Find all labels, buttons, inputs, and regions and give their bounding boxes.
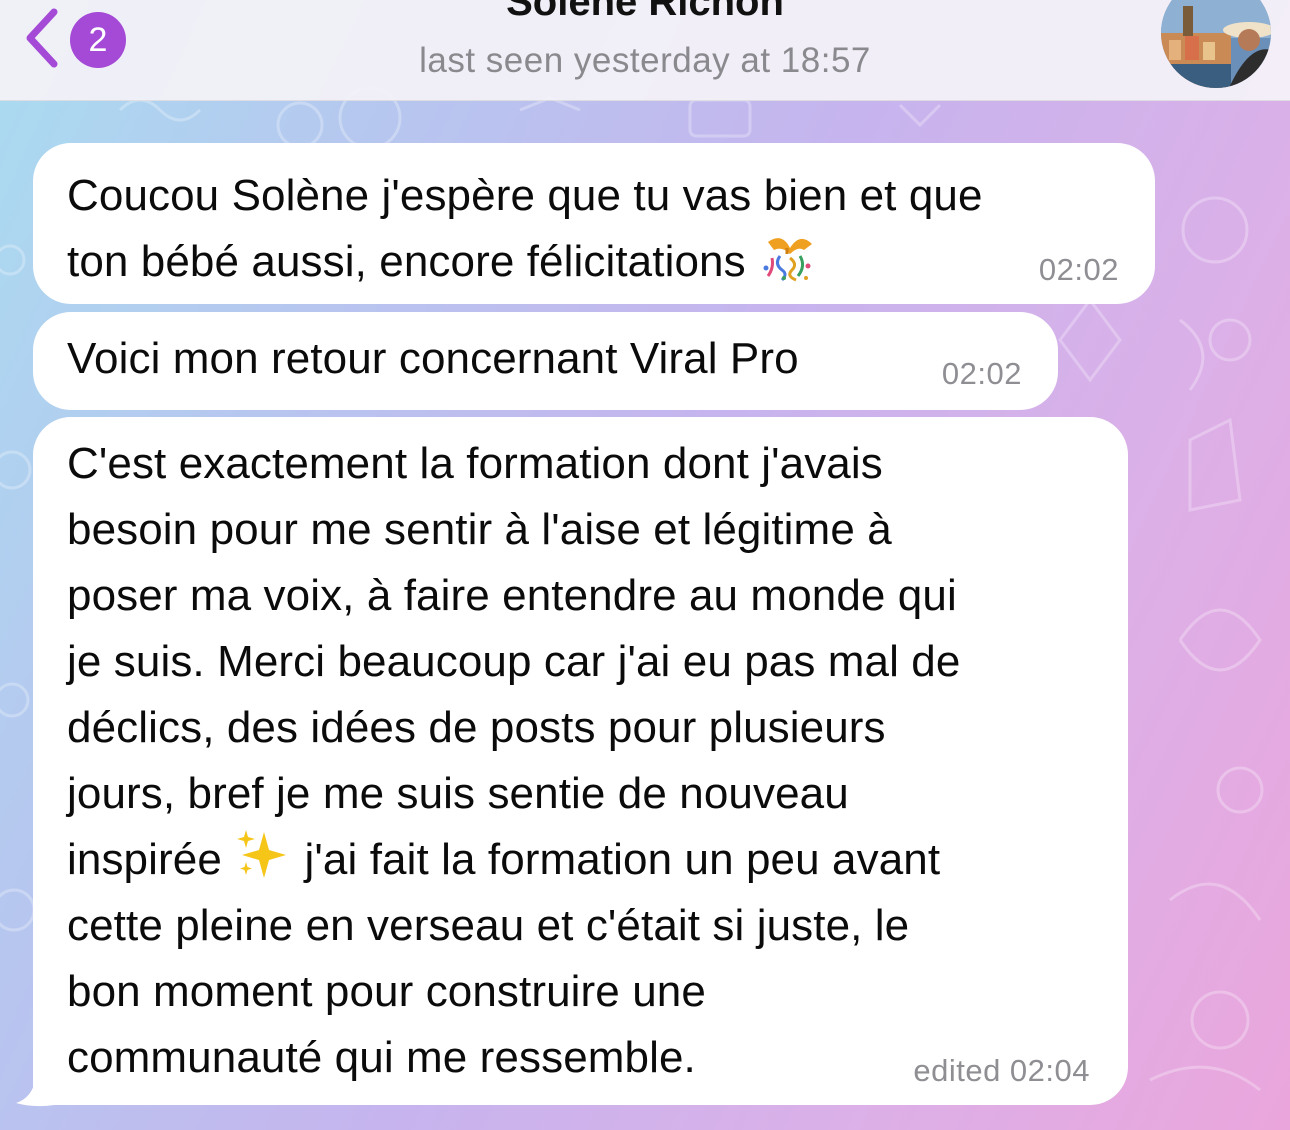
message-text: Voici mon retour concernant Viral Pro xyxy=(67,334,799,383)
message-text: Coucou Solène j'espère que tu vas bien e… xyxy=(67,163,1125,295)
message-text: C'est exactement la formation dont j'ava… xyxy=(67,431,1098,1091)
message-bubble[interactable]: Voici mon retour concernant Viral Pro 02… xyxy=(33,312,1058,410)
message-text-part: C'est exactement la formation dont j'ava… xyxy=(67,439,961,884)
message-bubble[interactable]: Coucou Solène j'espère que tu vas bien e… xyxy=(33,143,1155,304)
chat-header: 2 Solène Richon last seen yesterday at 1… xyxy=(0,0,1290,101)
sparkles-icon xyxy=(237,830,287,878)
message-text-part: Coucou Solène j'espère que tu vas bien e… xyxy=(67,171,983,286)
message-bubble[interactable]: C'est exactement la formation dont j'ava… xyxy=(33,417,1128,1105)
bubble-tail xyxy=(16,1078,54,1107)
contact-name[interactable]: Solène Richon xyxy=(0,0,1290,22)
confetti-ball-icon xyxy=(763,238,813,282)
message-timestamp: 02:02 xyxy=(941,356,1022,391)
message-timestamp: 02:02 xyxy=(1038,252,1119,287)
message-timestamp: edited 02:04 xyxy=(913,1053,1090,1088)
last-seen-status: last seen yesterday at 18:57 xyxy=(419,41,871,80)
